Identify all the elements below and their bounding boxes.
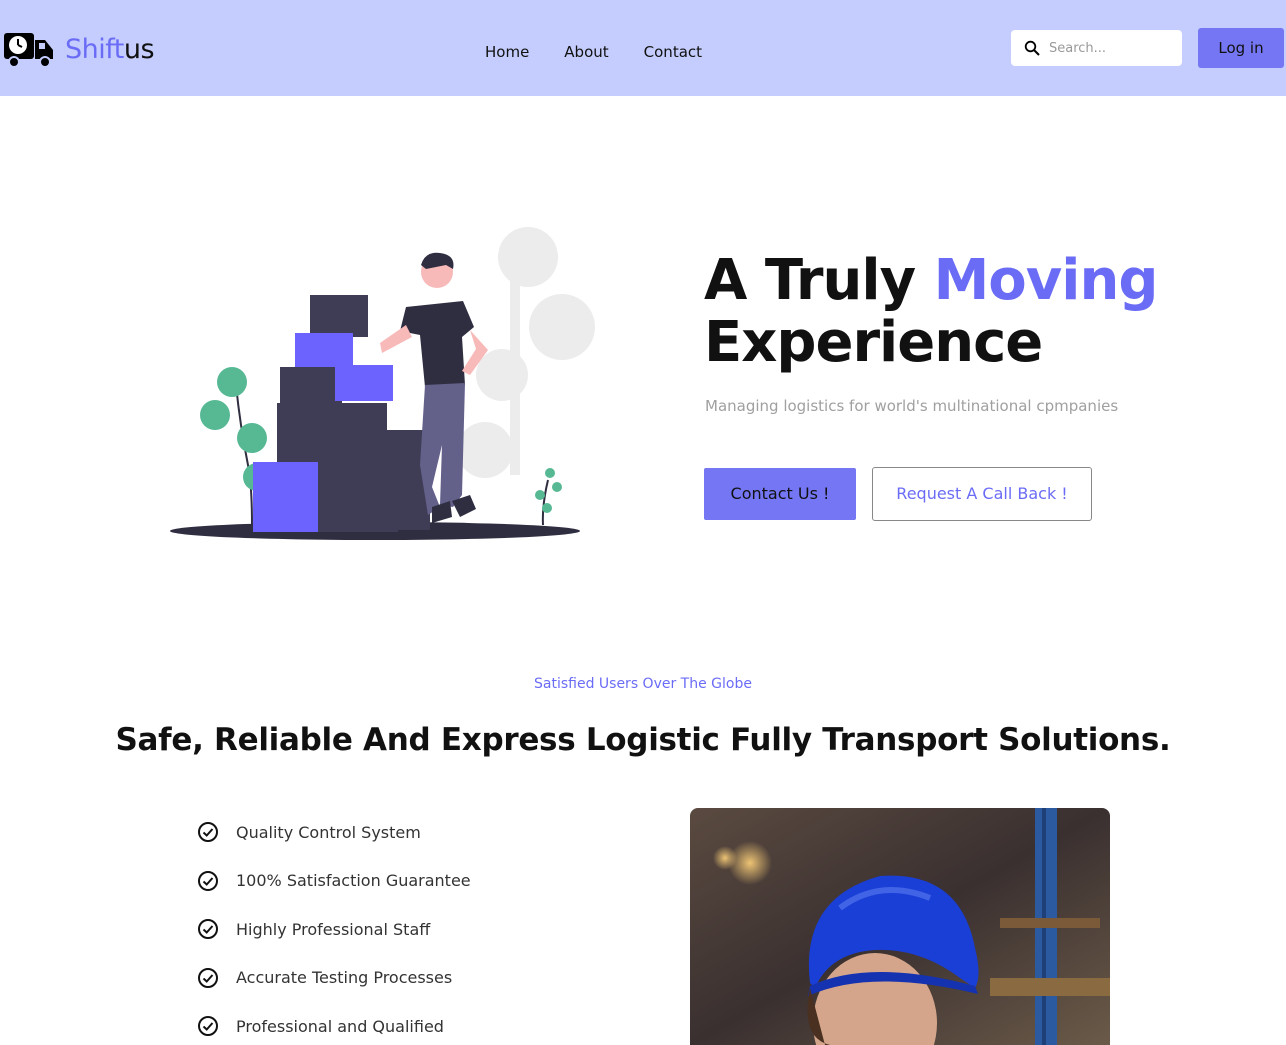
- brand-logo[interactable]: Shiftus: [3, 30, 155, 70]
- truck-clock-icon: [4, 33, 53, 68]
- feature-label: Accurate Testing Processes: [236, 968, 453, 988]
- list-item: Professional and Qualified: [197, 1002, 471, 1045]
- nav-about[interactable]: About: [564, 40, 608, 64]
- check-circle-icon: [198, 870, 218, 891]
- list-item: Quality Control System: [197, 808, 471, 857]
- list-item: Accurate Testing Processes: [197, 954, 471, 1003]
- search-box[interactable]: [1011, 30, 1182, 66]
- brand-name-part2: us: [123, 34, 155, 65]
- section-eyebrow: Satisfied Users Over The Globe: [534, 676, 752, 692]
- brand-name-part1: Shift: [65, 34, 124, 65]
- login-button[interactable]: Log in: [1198, 28, 1284, 68]
- section-title: Safe, Reliable And Express Logistic Full…: [115, 722, 1171, 758]
- check-circle-icon: [198, 919, 218, 940]
- check-circle-icon: [198, 1016, 218, 1037]
- check-circle-icon: [198, 822, 218, 843]
- search-input[interactable]: [1049, 40, 1169, 56]
- feature-label: Highly Professional Staff: [236, 919, 431, 939]
- search-icon: [1024, 40, 1040, 56]
- check-circle-icon: [198, 967, 218, 988]
- main-nav: Home About Contact: [485, 40, 737, 64]
- hero-title-part2: Experience: [704, 310, 1043, 375]
- nav-contact[interactable]: Contact: [644, 40, 702, 64]
- hero-title-part1: A Truly: [704, 248, 934, 313]
- feature-label: Professional and Qualified: [236, 1016, 444, 1036]
- feature-label: 100% Satisfaction Guarantee: [236, 871, 471, 891]
- brand-name: Shiftus: [65, 30, 155, 70]
- site-header: Shiftus Home About Contact Log in: [0, 0, 1286, 96]
- hero-illustration: [170, 227, 595, 540]
- plant-right: [535, 468, 562, 526]
- request-callback-button[interactable]: Request A Call Back !: [872, 467, 1092, 521]
- nav-home[interactable]: Home: [485, 40, 529, 64]
- hero-title-accent: Moving: [933, 248, 1159, 313]
- feature-label: Quality Control System: [236, 822, 421, 842]
- worker-photo: [690, 808, 1110, 1045]
- hero-title: A Truly Moving Experience: [704, 248, 1159, 375]
- contact-us-button[interactable]: Contact Us !: [704, 468, 856, 520]
- hero-subtitle: Managing logistics for world's multinati…: [705, 397, 1119, 415]
- feature-list: Quality Control System 100% Satisfaction…: [197, 808, 471, 1045]
- list-item: 100% Satisfaction Guarantee: [197, 857, 471, 906]
- list-item: Highly Professional Staff: [197, 905, 471, 954]
